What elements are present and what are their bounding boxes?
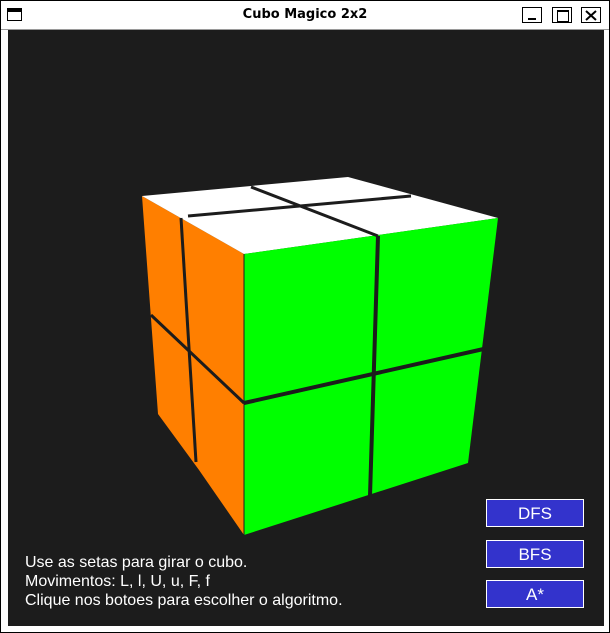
window-title: Cubo Magico 2x2	[242, 7, 368, 22]
app-window: Cubo Magico 2x2 Use as setas para girar …	[0, 0, 610, 633]
bfs-button[interactable]: BFS	[486, 540, 584, 568]
game-canvas[interactable]: Use as setas para girar o cubo. Moviment…	[8, 30, 604, 626]
astar-button[interactable]: A*	[486, 580, 584, 608]
dfs-button[interactable]: DFS	[486, 499, 584, 527]
maximize-button[interactable]	[552, 7, 572, 23]
instructions-text: Use as setas para girar o cubo. Moviment…	[25, 553, 343, 610]
close-icon	[585, 10, 597, 21]
title-bar[interactable]: Cubo Magico 2x2	[1, 1, 609, 30]
minimize-icon	[528, 18, 536, 20]
rubiks-cube-2x2[interactable]	[8, 30, 604, 626]
cube-left-face	[142, 196, 244, 535]
minimize-button[interactable]	[522, 7, 542, 23]
instruction-line: Use as setas para girar o cubo.	[25, 554, 248, 571]
instruction-line: Movimentos: L, l, U, u, F, f	[25, 573, 210, 590]
instruction-line: Clique nos botoes para escolher o algori…	[25, 592, 343, 609]
maximize-icon	[557, 10, 569, 22]
close-button[interactable]	[581, 7, 601, 23]
